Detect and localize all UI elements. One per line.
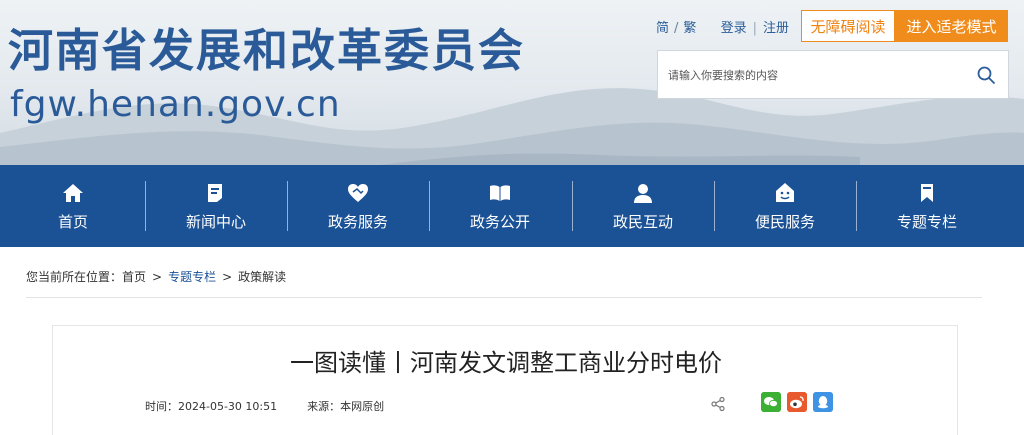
book-icon [490, 185, 510, 201]
login-separator: | [752, 21, 757, 36]
breadcrumb-special[interactable]: 专题专栏 [168, 268, 216, 285]
share-icon[interactable] [710, 396, 726, 412]
breadcrumb-separator: > [152, 270, 163, 284]
nav-item-label: 新闻中心 [185, 213, 246, 231]
nav-item-interaction[interactable]: 政民互动 [572, 165, 714, 247]
nav-item-label: 首页 [57, 213, 88, 231]
publish-time: 时间：2024-05-30 10:51 [145, 400, 278, 413]
article-meta: 时间：2024-05-30 10:51 来源：本网原创 [145, 398, 384, 414]
breadcrumb-home[interactable]: 首页 [122, 268, 146, 285]
search-input[interactable] [668, 64, 958, 86]
breadcrumb-prefix: 您当前所在位置： [26, 270, 123, 284]
divider [26, 297, 982, 298]
main-nav: 首页 新闻中心 政务服务 政务公开 政民互动 便民服务 专题专栏 [0, 165, 1024, 247]
top-links: 简 / 繁 登录 | 注册 [656, 17, 789, 36]
accessible-reading-button[interactable]: 无障碍阅读 [801, 10, 895, 42]
site-domain: fgw.henan.gov.cn [10, 84, 341, 125]
nav-item-label: 政务服务 [327, 213, 388, 231]
lang-separator: / [674, 21, 679, 36]
smile-house-icon [776, 183, 794, 202]
register-link[interactable]: 注册 [763, 17, 789, 36]
nav-item-home[interactable]: 首页 [2, 165, 144, 247]
elder-mode-button[interactable]: 进入适老模式 [895, 10, 1008, 42]
qq-icon[interactable] [813, 392, 833, 412]
breadcrumb-separator: > [222, 270, 233, 284]
bookmark-icon [921, 184, 933, 202]
login-link[interactable]: 登录 [721, 17, 747, 36]
wechat-icon[interactable] [761, 392, 781, 412]
handshake-icon [348, 184, 368, 202]
search-icon[interactable] [976, 65, 996, 85]
breadcrumb-policy[interactable]: 政策解读 [238, 268, 286, 285]
nav-item-special[interactable]: 专题专栏 [856, 165, 998, 247]
article-card: 一图读懂丨河南发文调整工商业分时电价 时间：2024-05-30 10:51 来源… [52, 325, 958, 435]
nav-item-label: 政务公开 [469, 213, 530, 231]
article-title: 一图读懂丨河南发文调整工商业分时电价 [290, 349, 722, 377]
news-icon [208, 184, 222, 202]
article-source: 来源：本网原创 [307, 400, 385, 413]
nav-item-label: 便民服务 [754, 213, 815, 231]
nav-item-gov-open[interactable]: 政务公开 [429, 165, 571, 247]
user-icon [634, 184, 652, 203]
nav-item-label: 政民互动 [612, 213, 673, 231]
nav-item-label: 专题专栏 [896, 213, 957, 231]
breadcrumb: 您当前所在位置：首页 > 专题专栏 > 政策解读 [26, 268, 286, 285]
header-banner: 河南省发展和改革委员会 fgw.henan.gov.cn 简 / 繁 登录 | 注册 无… [0, 0, 1024, 165]
home-icon [63, 184, 83, 202]
search-box [657, 50, 1009, 99]
site-title: 河南省发展和改革委员会 [8, 24, 526, 77]
weibo-icon[interactable] [787, 392, 807, 412]
nav-item-gov-service[interactable]: 政务服务 [287, 165, 429, 247]
nav-item-news[interactable]: 新闻中心 [145, 165, 287, 247]
nav-item-convenience[interactable]: 便民服务 [714, 165, 856, 247]
simplified-chinese-link[interactable]: 简 [656, 17, 669, 36]
traditional-chinese-link[interactable]: 繁 [683, 17, 696, 36]
